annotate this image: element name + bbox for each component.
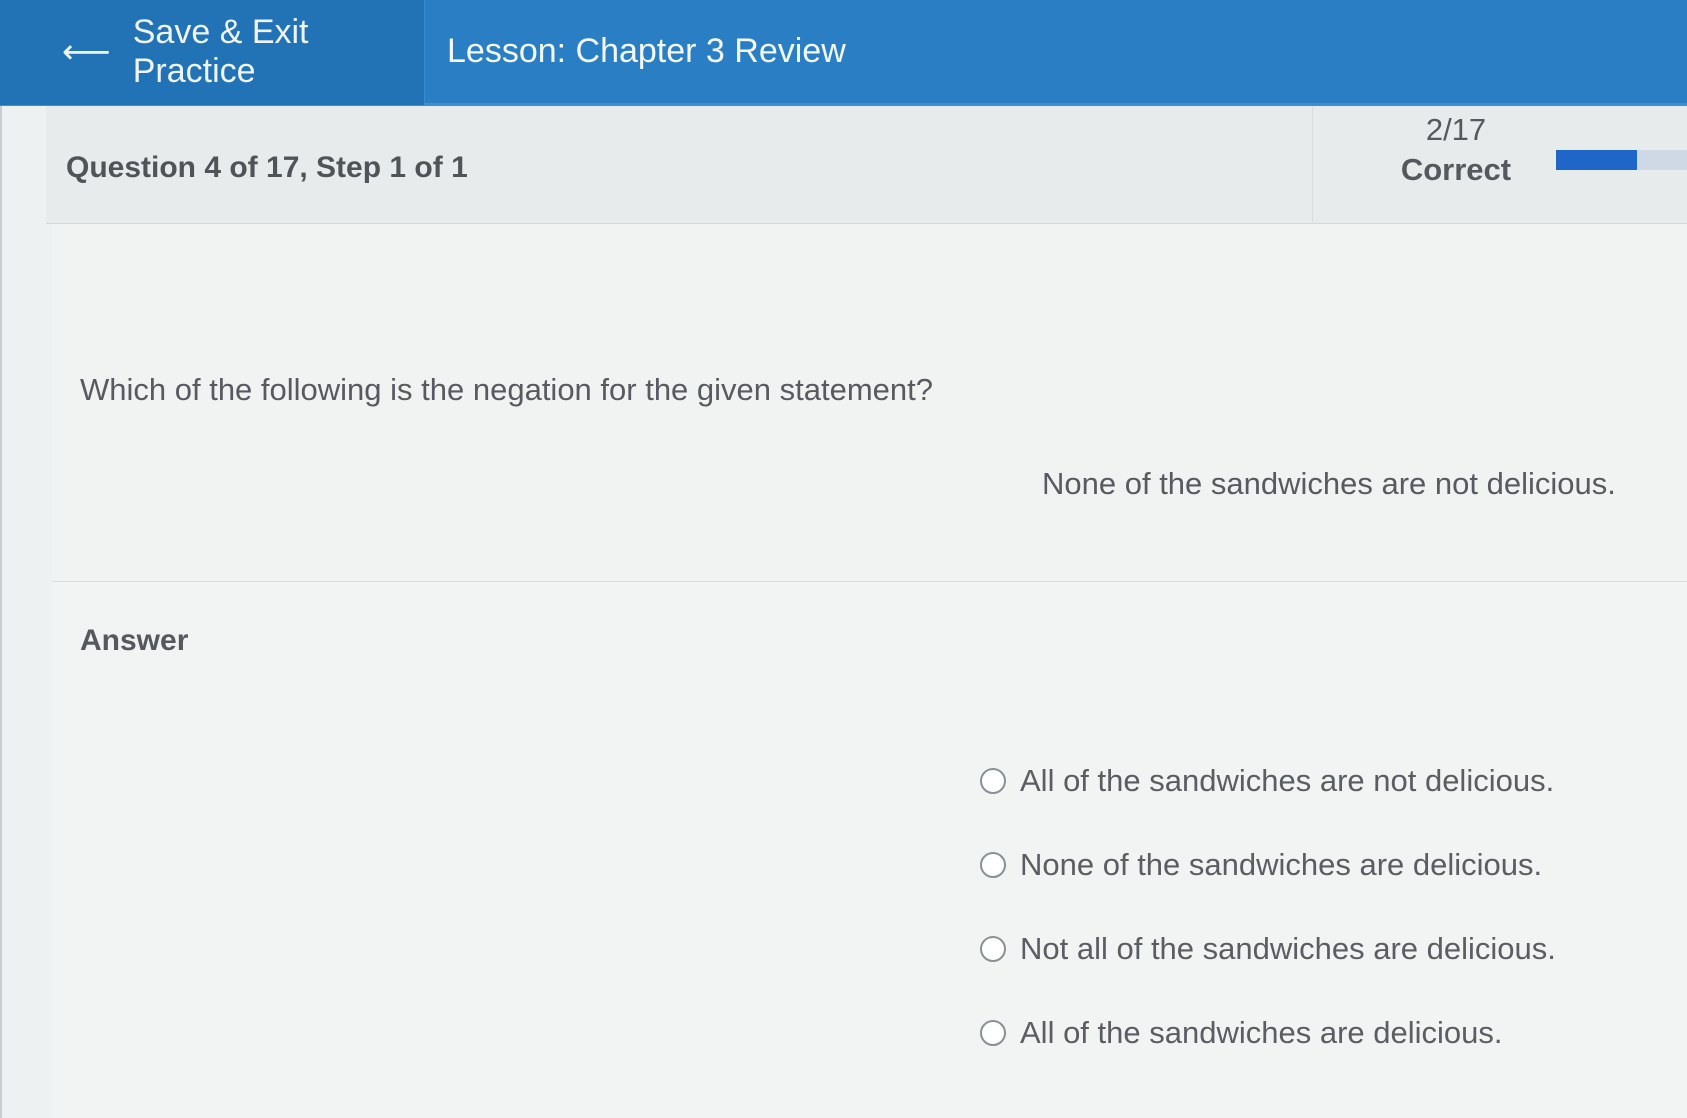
progress-bar [1556, 150, 1687, 170]
option-text: All of the sandwiches are delicious. [1020, 1015, 1503, 1050]
question-area: Which of the following is the negation f… [52, 224, 1687, 582]
answer-option[interactable]: None of the sandwiches are delicious. [980, 846, 1556, 884]
answer-option[interactable]: All of the sandwiches are not delicious. [980, 762, 1556, 800]
answer-option[interactable]: Not all of the sandwiches are delicious. [980, 930, 1556, 968]
top-navigation-bar: ⟵ Save & Exit Practice Lesson: Chapter 3… [0, 0, 1687, 106]
question-step-indicator: Question 4 of 17, Step 1 of 1 [66, 151, 468, 184]
answer-options: All of the sandwiches are not delicious.… [980, 762, 1556, 1098]
score-value: 2/17 [1425, 112, 1487, 147]
score-display: 2/17 Correct [1366, 112, 1546, 188]
radio-button[interactable] [980, 936, 1006, 962]
option-text: All of the sandwiches are not delicious. [1020, 763, 1555, 798]
radio-button[interactable] [980, 768, 1006, 794]
question-header: Question 4 of 17, Step 1 of 1 2/17 Corre… [46, 106, 1687, 224]
score-label: Correct [1400, 152, 1512, 187]
save-exit-label: Save & Exit Practice [132, 12, 309, 90]
given-statement: None of the sandwiches are not delicious… [1042, 466, 1616, 501]
option-text: None of the sandwiches are delicious. [1020, 847, 1543, 882]
question-prompt: Which of the following is the negation f… [80, 372, 933, 407]
answer-area: Answer All of the sandwiches are not del… [52, 582, 1687, 1118]
save-exit-button[interactable]: ⟵ Save & Exit Practice [0, 0, 425, 105]
progress-bar-fill [1556, 150, 1637, 170]
answer-label: Answer [80, 624, 189, 657]
back-arrow-icon: ⟵ [62, 32, 111, 71]
main-content: Question 4 of 17, Step 1 of 1 2/17 Corre… [0, 106, 1687, 1118]
header-divider [1312, 106, 1313, 224]
answer-option[interactable]: All of the sandwiches are delicious. [980, 1014, 1556, 1052]
lesson-title: Lesson: Chapter 3 Review [447, 32, 846, 70]
radio-button[interactable] [980, 1020, 1006, 1046]
radio-button[interactable] [980, 852, 1006, 878]
option-text: Not all of the sandwiches are delicious. [1020, 931, 1556, 966]
